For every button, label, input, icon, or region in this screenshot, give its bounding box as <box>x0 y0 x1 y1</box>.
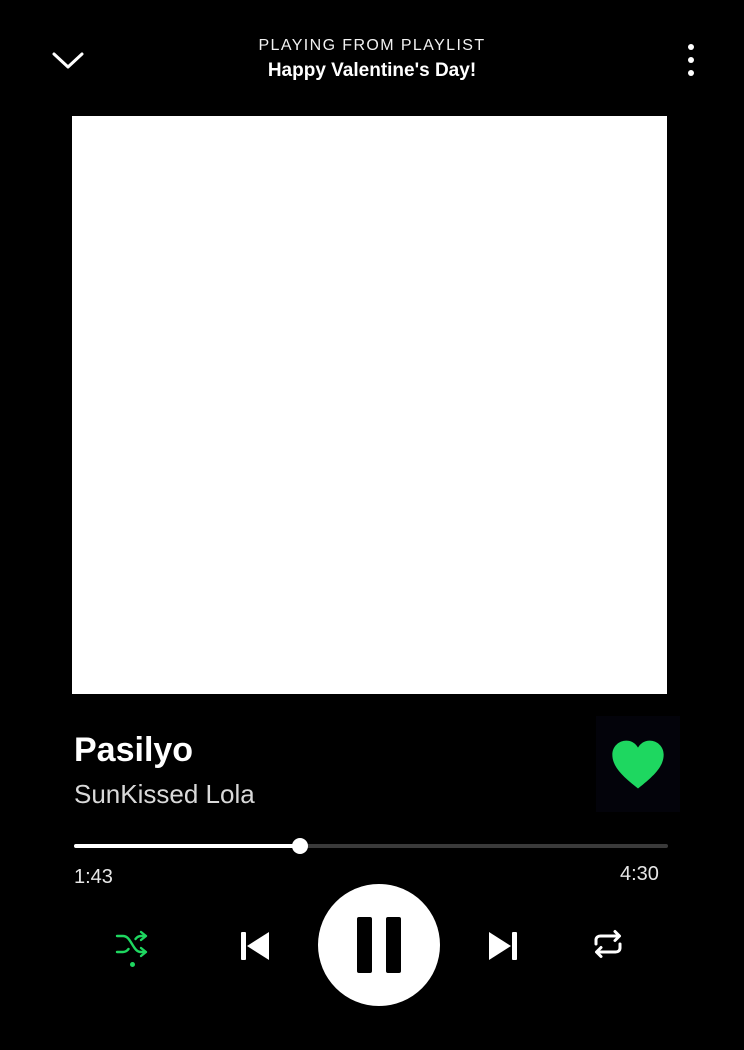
repeat-icon <box>594 930 622 958</box>
play-pause-button[interactable] <box>318 884 440 1006</box>
like-button[interactable] <box>596 716 680 812</box>
repeat-button[interactable] <box>584 920 632 968</box>
playing-from-label: PLAYING FROM PLAYLIST <box>258 37 486 54</box>
chevron-down-icon <box>52 52 84 69</box>
shuffle-active-indicator <box>129 961 135 967</box>
track-artist[interactable]: SunKissed Lola <box>74 776 255 812</box>
now-playing-header: PLAYING FROM PLAYLIST Happy Valentine's … <box>0 0 744 110</box>
album-artwork <box>72 116 667 694</box>
playlist-name[interactable]: Happy Valentine's Day! <box>172 58 572 84</box>
track-title[interactable]: Pasilyo <box>74 728 193 772</box>
playlist-context: PLAYING FROM PLAYLIST Happy Valentine's … <box>172 36 572 84</box>
skip-next-icon <box>489 932 517 960</box>
pause-icon <box>357 917 401 973</box>
progress-bar[interactable] <box>74 838 668 854</box>
progress-handle[interactable] <box>291 838 308 854</box>
total-duration: 4:30 <box>620 863 659 885</box>
more-vertical-icon <box>688 44 694 76</box>
heart-icon <box>612 740 664 789</box>
previous-track-button[interactable] <box>230 922 280 970</box>
more-options-button[interactable] <box>676 40 706 80</box>
next-track-button[interactable] <box>478 922 528 970</box>
shuffle-icon <box>115 930 148 957</box>
skip-previous-icon <box>241 932 269 960</box>
collapse-button[interactable] <box>48 44 88 76</box>
progress-fill <box>74 844 300 848</box>
shuffle-button[interactable] <box>108 920 156 976</box>
elapsed-time: 1:43 <box>74 866 113 888</box>
